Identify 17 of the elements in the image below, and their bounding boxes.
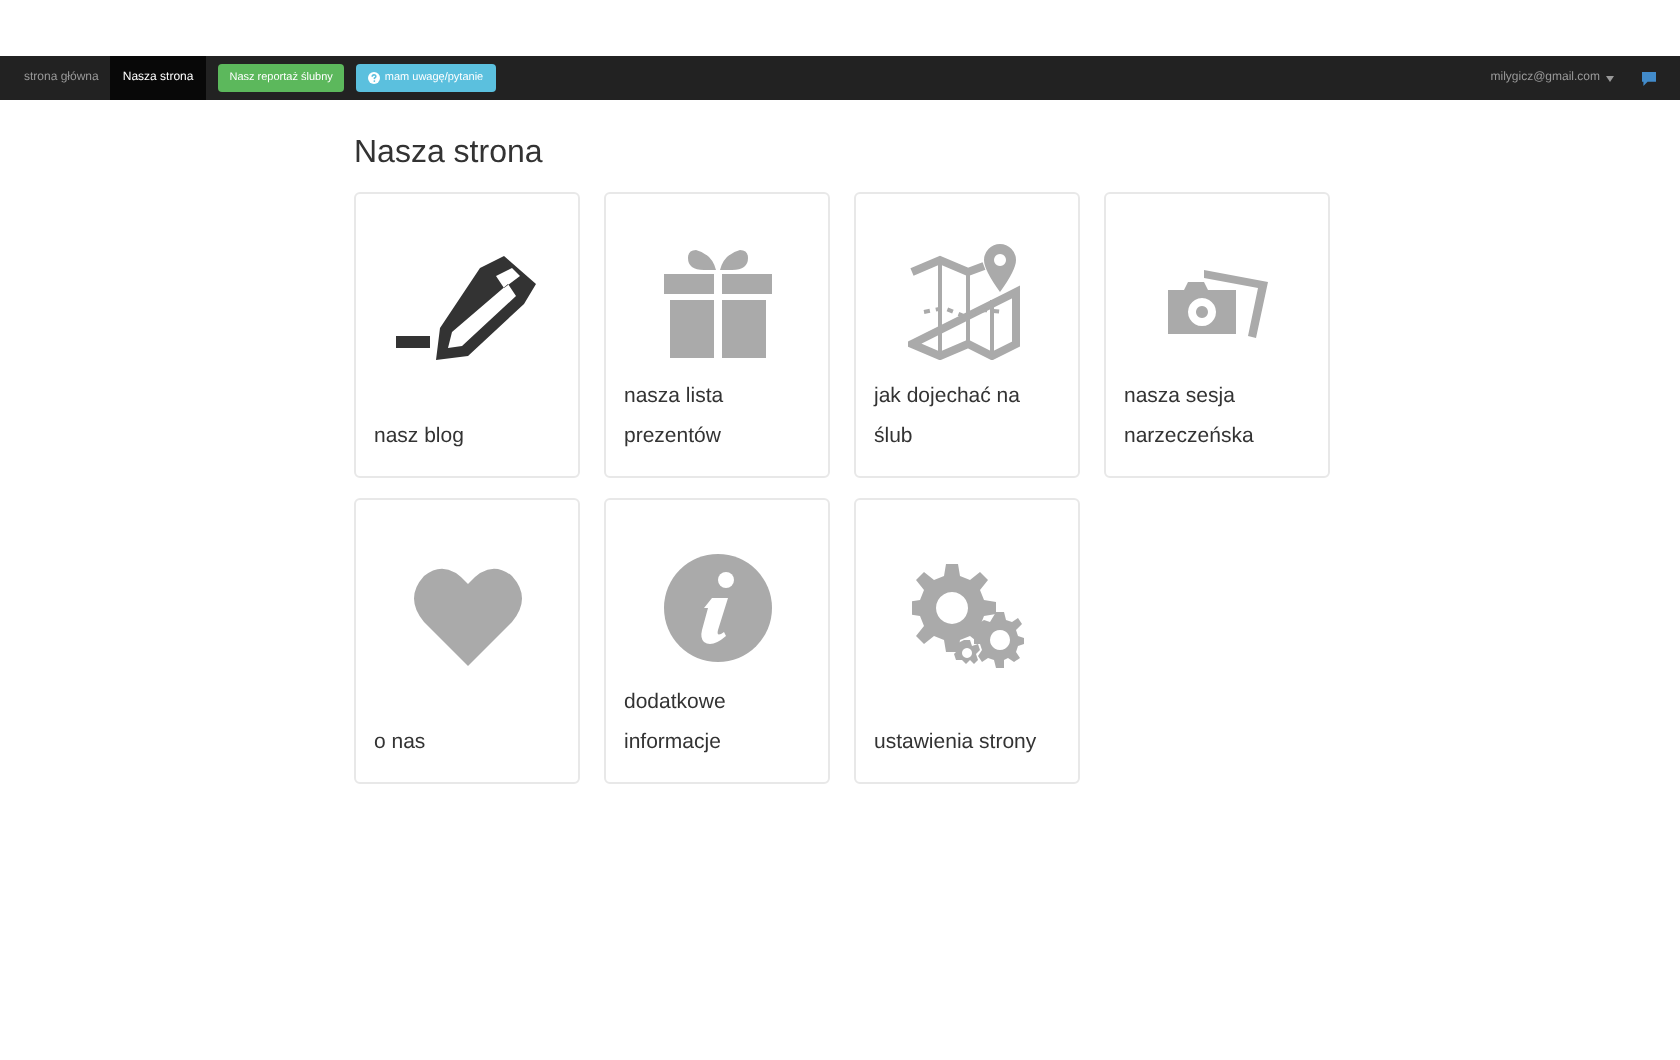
menu-tile[interactable]: jak dojechać na ślub bbox=[854, 192, 1080, 479]
gears-icon bbox=[911, 564, 1023, 669]
caret-icon bbox=[1606, 75, 1614, 81]
question-icon bbox=[368, 72, 381, 84]
menu-tile[interactable]: nasza lista prezentów bbox=[604, 192, 830, 479]
menu-tile[interactable]: ustawienia strony bbox=[854, 498, 1080, 785]
menu-tile[interactable]: o nas bbox=[354, 498, 580, 785]
camera-icon bbox=[1163, 265, 1271, 338]
pencil-icon bbox=[395, 256, 539, 365]
info-icon bbox=[663, 553, 771, 662]
menu-tile[interactable]: dodatkowe informacje bbox=[604, 498, 830, 785]
chat-icon[interactable] bbox=[1642, 71, 1656, 85]
page-title: Nasza strona bbox=[354, 134, 545, 173]
heart-icon bbox=[411, 566, 523, 667]
gift-icon bbox=[663, 245, 771, 358]
menu-tile[interactable]: nasz blog bbox=[354, 192, 580, 479]
menu-tile[interactable]: nasza sesja narzeczeńska bbox=[1104, 192, 1330, 479]
